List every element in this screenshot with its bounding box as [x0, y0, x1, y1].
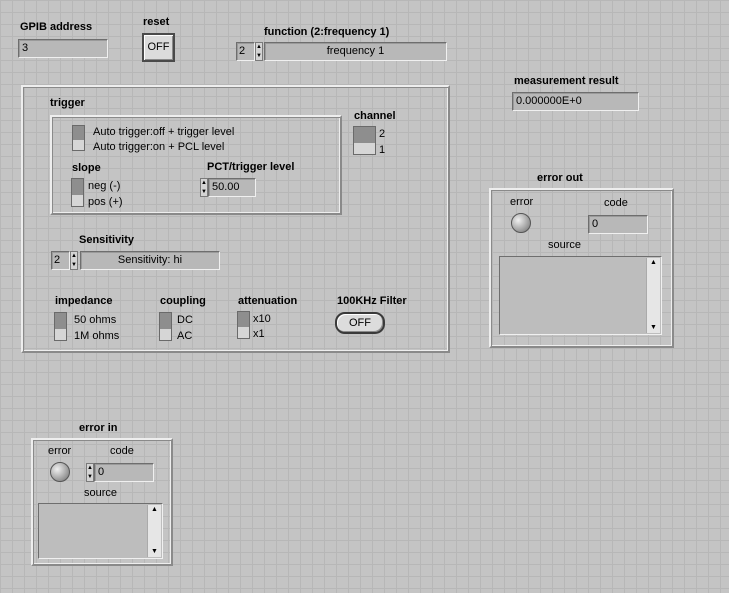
- pct-spin-arrows-icon[interactable]: ▲ ▼: [200, 178, 208, 197]
- impedance-option-50: 50 ohms: [74, 314, 117, 326]
- error-out-title: error out: [537, 172, 583, 184]
- impedance-switch[interactable]: [54, 312, 67, 341]
- coupling-option-ac: AC: [177, 330, 193, 342]
- slope-switch[interactable]: [71, 178, 84, 207]
- coupling-label: coupling: [160, 295, 206, 307]
- auto-trigger-off-text: Auto trigger:on + PCL level: [93, 141, 225, 153]
- measurement-result-indicator: 0.000000E+0: [512, 92, 639, 111]
- coupling-switch[interactable]: [159, 312, 172, 341]
- error-out-error-label: error: [510, 196, 534, 208]
- error-in-error-label: error: [48, 445, 72, 457]
- filter-button[interactable]: OFF: [335, 312, 385, 334]
- attenuation-label: attenuation: [238, 295, 298, 307]
- attenuation-switch[interactable]: [237, 311, 250, 339]
- filter-label: 100KHz Filter: [337, 295, 407, 307]
- error-out-code-label: code: [604, 197, 628, 209]
- error-in-spin-arrows-icon[interactable]: ▲ ▼: [86, 463, 94, 482]
- impedance-label: impedance: [55, 295, 113, 307]
- reset-label: reset: [143, 16, 170, 28]
- error-out-scroll-arrows-icon[interactable]: ▲ ▼: [646, 258, 660, 333]
- function-index-input[interactable]: 2: [236, 42, 255, 61]
- error-in-status-led-icon[interactable]: [50, 462, 70, 482]
- sensitivity-label: Sensitivity: [79, 234, 135, 246]
- error-out-source-field: ▲ ▼: [499, 256, 662, 335]
- slope-neg-text: neg (-): [88, 180, 121, 192]
- impedance-option-1m: 1M ohms: [74, 330, 120, 342]
- slope-pos-text: pos (+): [88, 196, 123, 208]
- gpib-address-input[interactable]: 3: [18, 39, 108, 58]
- error-out-source-label: source: [548, 239, 582, 251]
- error-in-scroll-arrows-icon[interactable]: ▲ ▼: [147, 505, 161, 557]
- error-in-source-field[interactable]: ▲ ▼: [38, 503, 163, 559]
- attenuation-option-x10: x10: [253, 313, 271, 325]
- gpib-address-label: GPIB address: [20, 21, 93, 33]
- channel-option-1: 1: [379, 144, 386, 156]
- slope-label: slope: [72, 162, 101, 174]
- pct-trigger-level-input[interactable]: 50.00: [208, 178, 256, 197]
- channel-option-2: 2: [379, 128, 386, 140]
- measurement-result-label: measurement result: [514, 75, 619, 87]
- channel-label: channel: [354, 110, 396, 122]
- sensitivity-spin-arrows-icon[interactable]: ▲ ▼: [70, 251, 78, 270]
- error-out-status-led-icon: [511, 213, 531, 233]
- trigger-label: trigger: [50, 97, 85, 109]
- reset-button[interactable]: OFF: [142, 33, 175, 62]
- error-out-code-indicator: 0: [588, 215, 648, 234]
- sensitivity-index-input[interactable]: 2: [51, 251, 70, 270]
- function-label: function (2:frequency 1): [264, 26, 390, 38]
- pct-trigger-level-label: PCT/trigger level: [207, 161, 295, 173]
- sensitivity-ring[interactable]: Sensitivity: hi: [80, 251, 220, 270]
- coupling-option-dc: DC: [177, 314, 193, 326]
- auto-trigger-switch[interactable]: [72, 125, 85, 151]
- function-ring[interactable]: frequency 1: [264, 42, 447, 61]
- function-spin-arrows-icon[interactable]: ▲ ▼: [255, 42, 263, 61]
- error-in-code-input[interactable]: 0: [94, 463, 154, 482]
- error-in-source-label: source: [84, 487, 118, 499]
- auto-trigger-on-text: Auto trigger:off + trigger level: [93, 126, 235, 138]
- attenuation-option-x1: x1: [253, 328, 265, 340]
- error-in-title: error in: [79, 422, 118, 434]
- error-in-code-label: code: [110, 445, 134, 457]
- channel-switch[interactable]: [353, 126, 376, 155]
